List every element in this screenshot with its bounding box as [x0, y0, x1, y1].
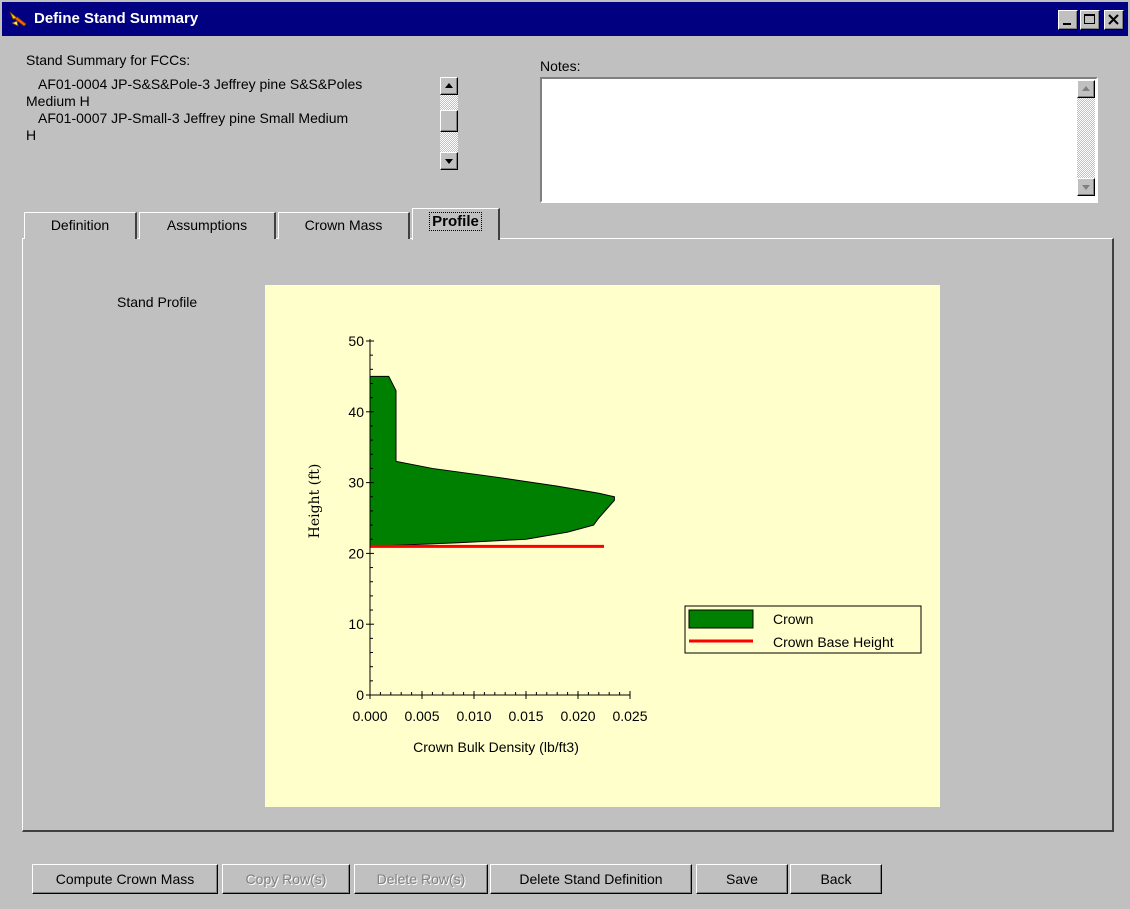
- back-button[interactable]: Back: [790, 864, 882, 894]
- tab-label: Assumptions: [166, 217, 248, 233]
- y-tick-label: 0: [356, 687, 364, 703]
- summary-line: AF01-0007 JP-Small-3 Jeffrey pine Small …: [38, 110, 349, 126]
- stand-summary-label: Stand Summary for FCCs:: [26, 52, 191, 68]
- x-tick-label: 0.015: [508, 708, 543, 724]
- delete-rows-button[interactable]: Delete Row(s): [354, 864, 488, 894]
- y-tick-label: 50: [348, 333, 364, 349]
- tab-label: Definition: [50, 217, 110, 233]
- save-button[interactable]: Save: [696, 864, 788, 894]
- app-icon: [9, 11, 27, 27]
- tab-label: Crown Mass: [304, 217, 383, 233]
- x-tick-label: 0.025: [612, 708, 647, 724]
- define-stand-summary-window: Define Stand Summary Stand Summary for F…: [0, 0, 1130, 909]
- notes-scroll-up-button[interactable]: [1077, 80, 1095, 98]
- close-icon: [1108, 14, 1119, 25]
- tab-crown-mass[interactable]: Crown Mass: [278, 212, 410, 239]
- y-tick-label: 40: [348, 404, 364, 420]
- x-tick-label: 0.020: [560, 708, 595, 724]
- notes-label: Notes:: [540, 58, 581, 74]
- x-axis-title: Crown Bulk Density (lb/ft3): [413, 739, 579, 755]
- summary-scroll-up-button[interactable]: [440, 77, 458, 95]
- y-tick-label: 30: [348, 475, 364, 491]
- y-tick-label: 20: [348, 545, 364, 561]
- tab-definition[interactable]: Definition: [24, 212, 137, 239]
- tab-assumptions[interactable]: Assumptions: [139, 212, 276, 239]
- arrow-up-icon: [1082, 86, 1090, 91]
- tab-profile[interactable]: Profile: [412, 208, 500, 240]
- crown-area-series: [369, 375, 615, 547]
- arrow-down-icon: [1082, 185, 1090, 190]
- maximize-icon: [1084, 14, 1095, 24]
- window-title: Define Stand Summary: [34, 10, 199, 27]
- y-axis-title: Height (ft): [307, 464, 323, 539]
- notes-scroll-down-button[interactable]: [1077, 178, 1095, 196]
- summary-line: Medium H: [26, 93, 90, 109]
- summary-line: H: [26, 127, 37, 143]
- summary-scroll-thumb[interactable]: [440, 110, 458, 132]
- arrow-up-icon: [445, 83, 453, 88]
- x-tick-label: 0.010: [456, 708, 491, 724]
- legend-label-crown-base-height: Crown Base Height: [773, 634, 894, 650]
- legend-swatch-crown: [688, 609, 754, 629]
- tab-label: Profile: [429, 212, 482, 231]
- close-button[interactable]: [1104, 10, 1124, 30]
- summary-scroll-down-button[interactable]: [440, 152, 458, 170]
- x-tick-label: 0.005: [404, 708, 439, 724]
- stand-summary-list[interactable]: AF01-0004 JP-S&S&Pole-3 Jeffrey pine S&S…: [22, 72, 458, 182]
- chart-svg: 0 10 20 30 40 50 0.000 0.005 0.010 0.015 0.020 0.02…: [307, 333, 922, 755]
- stand-profile-label: Stand Profile: [117, 294, 198, 310]
- notes-textarea[interactable]: [540, 77, 1098, 203]
- arrow-down-icon: [445, 159, 453, 164]
- compute-crown-mass-button[interactable]: Compute Crown Mass: [32, 864, 218, 894]
- x-tick-label: 0.000: [352, 708, 387, 724]
- copy-rows-button[interactable]: Copy Row(s): [222, 864, 350, 894]
- notes-scroll-track[interactable]: [1077, 98, 1095, 178]
- maximize-button[interactable]: [1080, 10, 1100, 30]
- y-tick-label: 10: [348, 616, 364, 632]
- stand-profile-chart: 0 10 20 30 40 50 0.000 0.005 0.010 0.015 0.020 0.02…: [265, 285, 940, 807]
- minimize-icon: [1063, 23, 1071, 25]
- summary-line: AF01-0004 JP-S&S&Pole-3 Jeffrey pine S&S…: [38, 76, 363, 92]
- chart-legend: Crown Crown Base Height: [684, 605, 922, 654]
- minimize-button[interactable]: [1058, 10, 1078, 30]
- title-bar: Define Stand Summary: [2, 2, 1128, 36]
- legend-label-crown: Crown: [773, 611, 813, 627]
- delete-stand-definition-button[interactable]: Delete Stand Definition: [490, 864, 692, 894]
